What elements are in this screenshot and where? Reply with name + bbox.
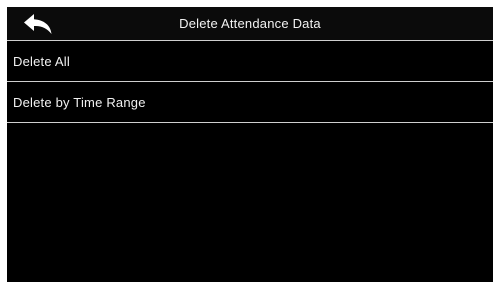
delete-by-time-range-item[interactable]: Delete by Time Range [7,82,493,123]
device-screen: Delete Attendance Data Delete All Delete… [7,7,493,282]
delete-all-item[interactable]: Delete All [7,41,493,82]
back-arrow-icon [24,13,52,34]
menu-item-label: Delete by Time Range [13,94,146,110]
menu-list: Delete All Delete by Time Range [7,41,493,123]
menu-item-label: Delete All [13,53,70,69]
back-button[interactable] [7,7,69,40]
page-title: Delete Attendance Data [179,16,321,31]
title-bar: Delete Attendance Data [7,7,493,41]
